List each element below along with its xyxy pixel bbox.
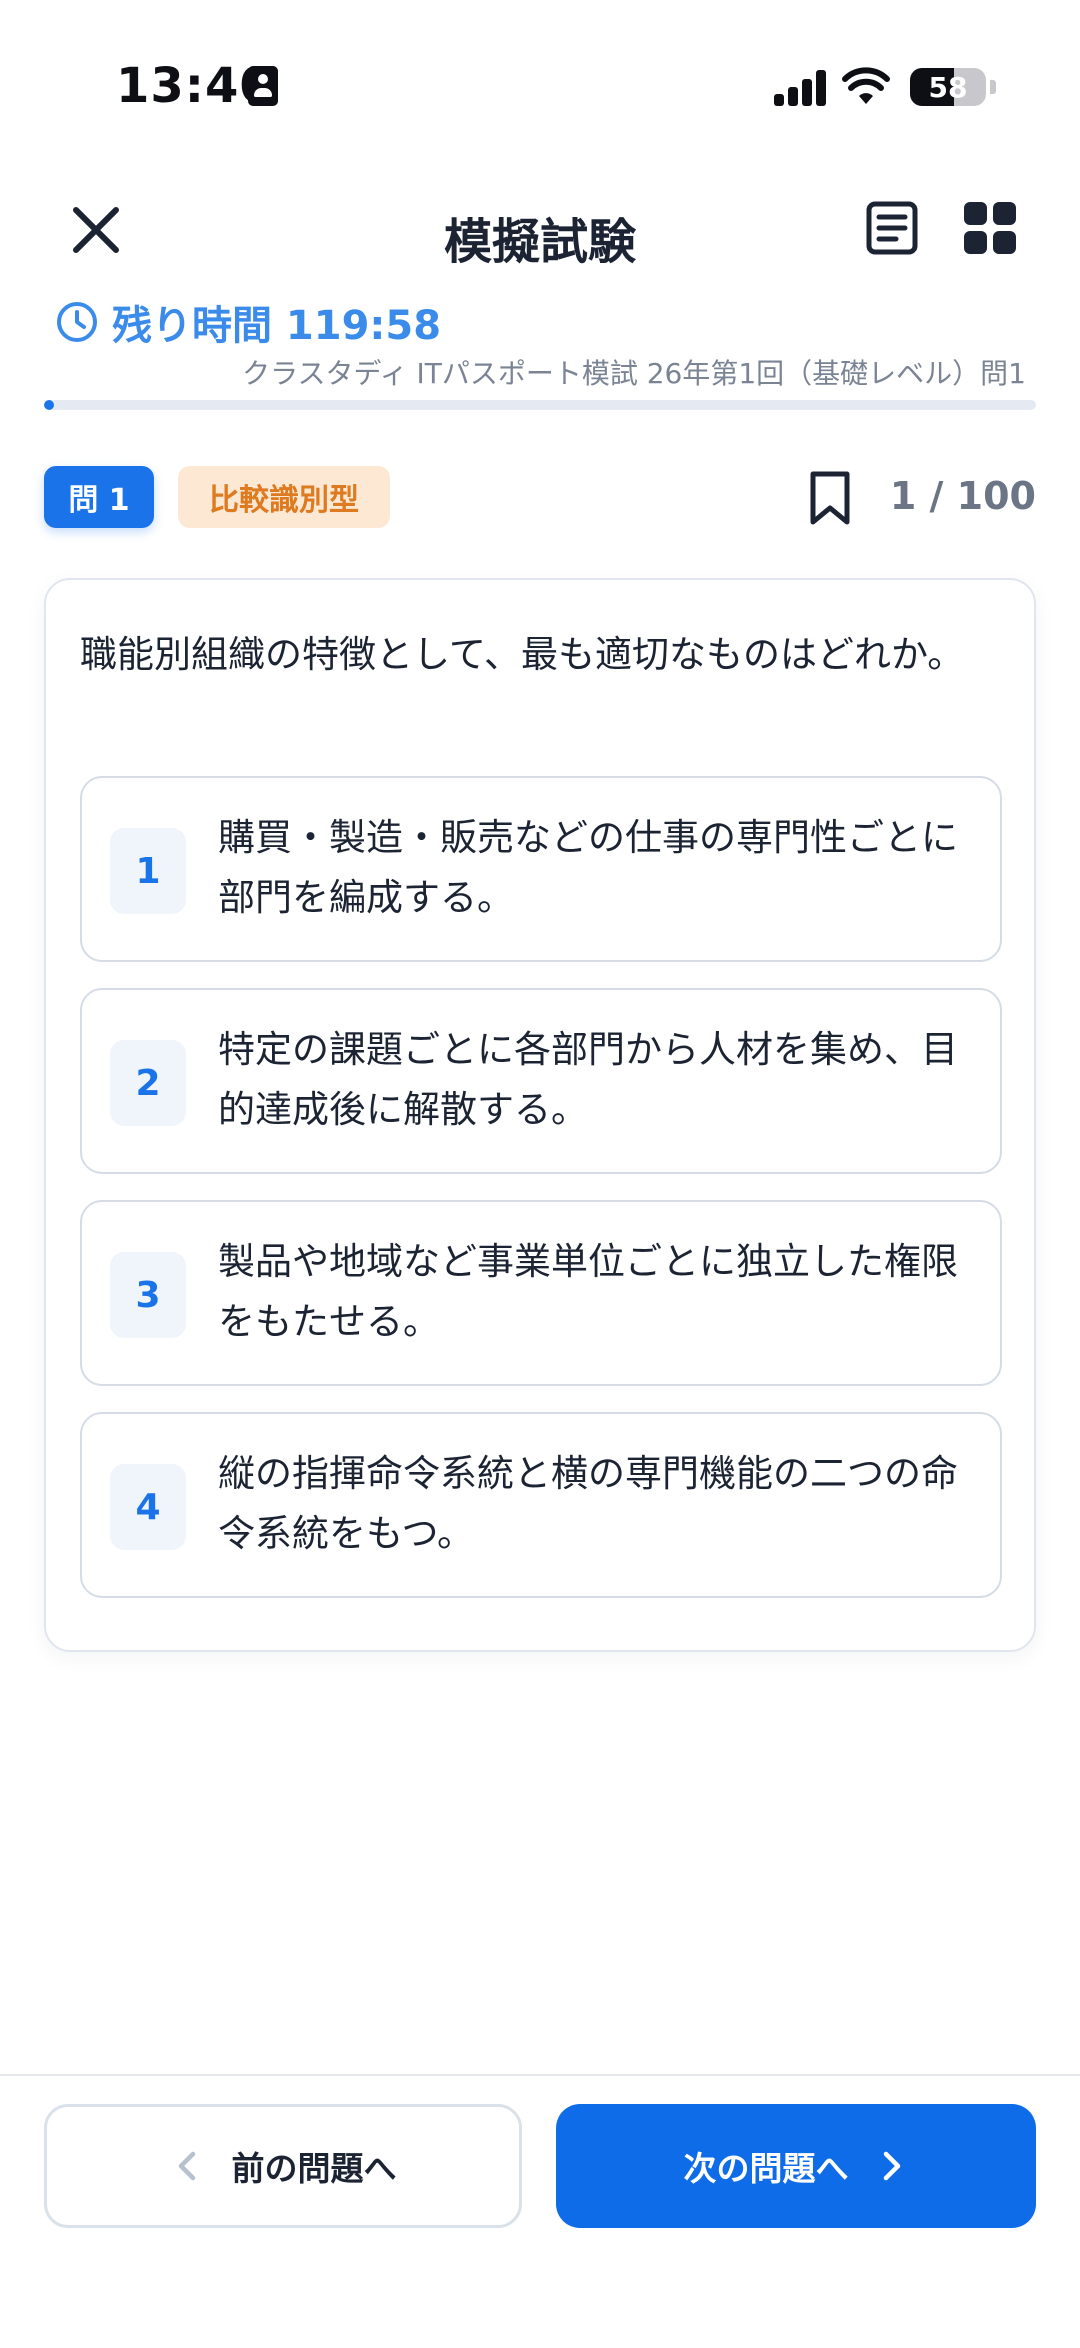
exam-caption: クラスタディ ITパスポート模試 26年第1回（基礎レベル）問1 (242, 357, 1026, 390)
grid-icon[interactable] (962, 200, 1018, 256)
option-4[interactable]: 4 縦の指揮命令系統と横の専門機能の二つの命令系統をもつ。 (80, 1412, 1002, 1598)
bookmark-icon[interactable] (806, 470, 854, 526)
clock-icon (57, 302, 97, 342)
chevron-left-icon (178, 2151, 195, 2181)
status-bar: 13:40 58 (0, 0, 1080, 150)
exam-progress-fill (44, 400, 54, 410)
exam-progress-bar (44, 400, 1036, 410)
option-text: 製品や地域など事業単位ごとに独立した権限をもたせる。 (218, 1240, 958, 1343)
option-number: 4 (110, 1464, 186, 1550)
question-text: 職能別組織の特徴として、最も適切なものはどれか。 (80, 633, 965, 676)
cellular-signal-icon (774, 70, 828, 106)
option-text: 縦の指揮命令系統と横の専門機能の二つの命令系統をもつ。 (218, 1452, 958, 1555)
option-text: 特定の課題ごとに各部門から人材を集め、目的達成後に解散する。 (218, 1028, 958, 1131)
prev-question-button[interactable]: 前の問題へ (44, 2104, 522, 2228)
option-number: 3 (110, 1252, 186, 1338)
question-number-badge: 問 1 (44, 466, 154, 528)
option-number: 2 (110, 1040, 186, 1126)
option-2[interactable]: 2 特定の課題ごとに各部門から人材を集め、目的達成後に解散する。 (80, 988, 1002, 1174)
option-number: 1 (110, 828, 186, 914)
timer: 残り時間 119:58 (56, 294, 441, 350)
question-type-tag: 比較識別型 (178, 466, 390, 528)
battery-level-text: 58 (928, 71, 968, 104)
next-question-button[interactable]: 次の問題へ (556, 2104, 1036, 2228)
wifi-icon (842, 67, 890, 104)
prev-question-label: 前の問題へ (231, 2149, 397, 2188)
bottom-divider (0, 2074, 1080, 2076)
header: 模擬試験 (0, 180, 1080, 280)
question-card: 職能別組織の特徴として、最も適切なものはどれか。 1 購買・製造・販売などの仕事… (44, 578, 1036, 1652)
option-3[interactable]: 3 製品や地域など事業単位ごとに独立した権限をもたせる。 (80, 1200, 1002, 1386)
next-question-label: 次の問題へ (683, 2149, 849, 2188)
list-icon[interactable] (864, 200, 920, 256)
question-counter: 1 / 100 (889, 474, 1036, 518)
battery-icon: 58 (910, 68, 986, 106)
remaining-time: 残り時間 119:58 (112, 303, 442, 349)
battery-tip (990, 80, 996, 94)
contact-card-icon (248, 66, 278, 106)
option-text: 購買・製造・販売などの仕事の専門性ごとに部門を編成する。 (218, 816, 958, 919)
option-1[interactable]: 1 購買・製造・販売などの仕事の専門性ごとに部門を編成する。 (80, 776, 1002, 962)
chevron-right-icon (883, 2151, 900, 2181)
